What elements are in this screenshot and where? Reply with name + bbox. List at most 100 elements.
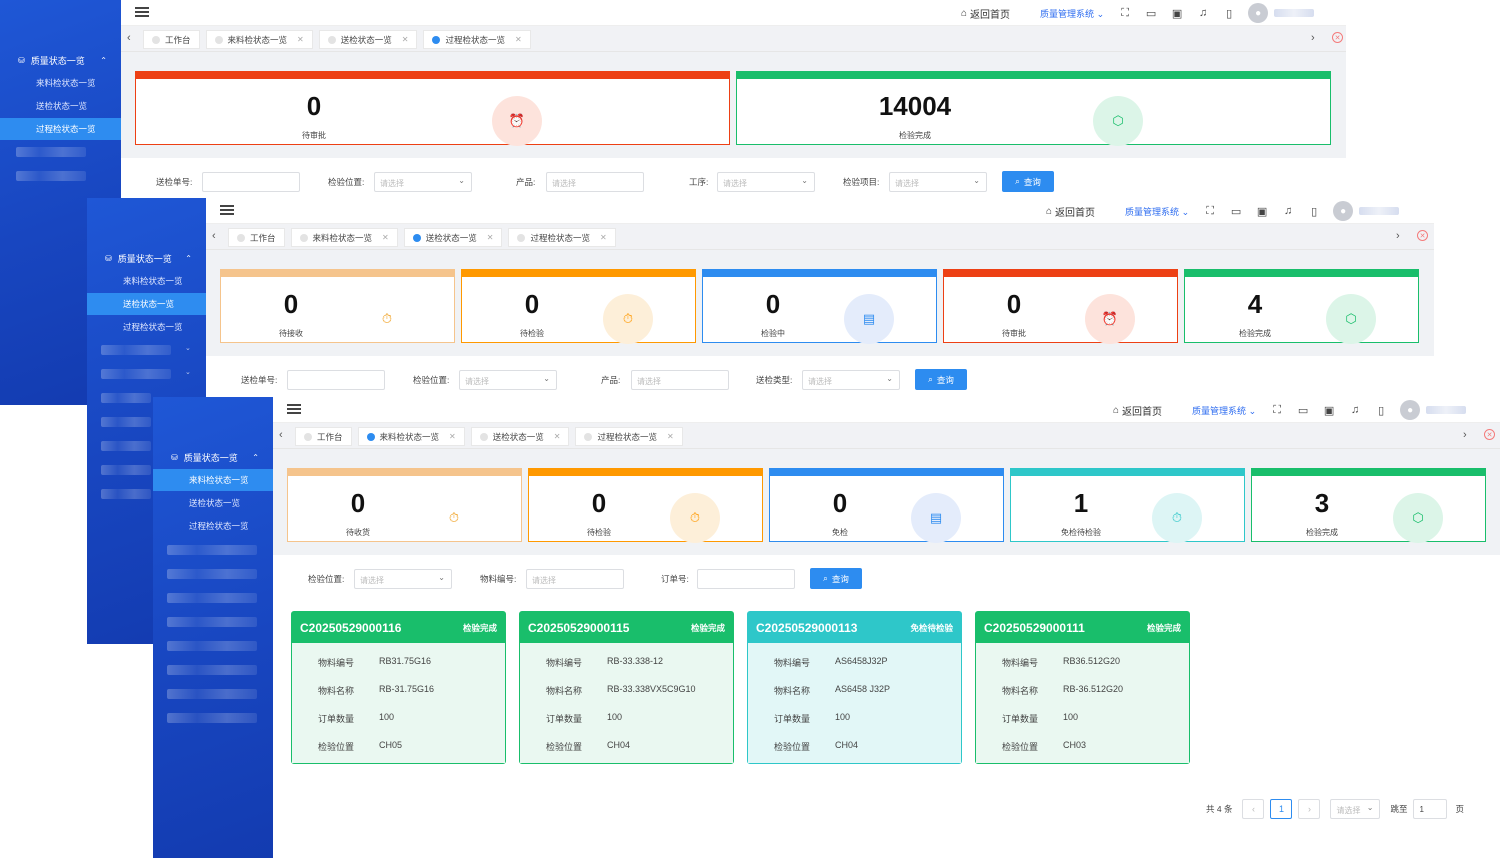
query-button[interactable]: ⌕ 查询 [1002,171,1054,192]
inspection-card[interactable]: C20250529000111 检验完成 物料编号 RB36.512G20 物料名称… [975,611,1190,764]
sidebar-item-blurred[interactable] [167,665,257,675]
system-dropdown[interactable]: 质量管理系统 ⌄ [1192,404,1256,417]
fullscreen-icon[interactable]: ⛶ [1270,403,1284,417]
tab-incoming[interactable]: 来料检状态一览 ✕ [205,30,313,49]
fullscreen-icon[interactable]: ⛶ [1118,6,1132,20]
sidebar-item-process[interactable]: 过程检状态一览 [153,515,273,537]
submission-no-input[interactable] [287,370,385,390]
tab-workbench[interactable]: 工作台 [228,228,285,247]
system-dropdown[interactable]: 质量管理系统 ⌄ [1125,205,1189,218]
prev-page-button[interactable]: ‹ [1242,799,1265,819]
query-button[interactable]: ⌕ 查询 [810,568,862,589]
tab-submission[interactable]: 送检状态一览 ✕ [470,427,570,446]
tab-process[interactable]: 过程检状态一览 ✕ [423,30,531,49]
query-button[interactable]: ⌕ 查询 [915,369,967,390]
close-icon[interactable]: ✕ [667,432,674,441]
close-icon[interactable]: ✕ [487,233,494,242]
process-select[interactable]: 请选择 ⌄ [717,172,815,192]
inspection-card[interactable]: C20250529000113 免检待检验 物料编号 AS6458J32P 物料名称… [747,611,962,764]
close-icon[interactable]: ✕ [382,233,389,242]
phone-icon[interactable]: ▯ [1222,6,1236,20]
home-link[interactable]: ⌂ 返回首页 [1113,403,1162,418]
home-link[interactable]: ⌂ 返回首页 [961,6,1010,21]
tab-submission[interactable]: 送检状态一览 ✕ [403,228,503,247]
bell-icon[interactable]: ♫ [1196,6,1210,20]
close-icon[interactable]: ✕ [449,432,456,441]
menu-toggle-icon[interactable] [220,205,234,215]
monitor-icon[interactable]: ▭ [1296,403,1310,417]
tabs-scroll-right-icon[interactable]: › [1396,230,1400,242]
screen-icon[interactable]: ▣ [1170,6,1184,20]
menu-toggle-icon[interactable] [287,404,301,414]
sidebar-item-process[interactable]: 过程检状态一览 [87,316,206,338]
sidebar-item-blurred[interactable] [101,489,151,499]
sidebar-item-blurred[interactable] [101,345,171,355]
close-icon[interactable]: ✕ [297,35,304,44]
tab-process[interactable]: 过程检状态一览 ✕ [508,228,616,247]
tabs-scroll-right-icon[interactable]: › [1463,429,1467,441]
sidebar-group[interactable]: ⛁ 质量状态一览 ⌃ [87,247,206,269]
item-select[interactable]: 请选择 ⌄ [889,172,987,192]
avatar[interactable]: ● [1400,400,1421,420]
monitor-icon[interactable]: ▭ [1144,6,1158,20]
order-no-input[interactable] [697,569,795,589]
screen-icon[interactable]: ▣ [1322,403,1336,417]
screen-icon[interactable]: ▣ [1255,204,1269,218]
material-no-input[interactable]: 请选择 [526,569,624,589]
close-all-tabs-icon[interactable]: ✕ [1417,230,1428,241]
inspection-card[interactable]: C20250529000116 检验完成 物料编号 RB31.75G16 物料名称 R… [291,611,506,764]
sidebar-item-blurred[interactable] [167,713,257,723]
sidebar-item-blurred[interactable] [16,147,86,157]
close-all-tabs-icon[interactable]: ✕ [1332,32,1343,43]
sidebar-item-blurred[interactable] [101,465,151,475]
page-number-button[interactable]: 1 [1270,799,1293,819]
product-input[interactable]: 请选择 [546,172,644,192]
page-jump-input[interactable]: 1 [1413,799,1448,819]
menu-toggle-icon[interactable] [135,7,149,17]
sidebar-item-submission[interactable]: 送检状态一览 [87,293,206,315]
tab-submission[interactable]: 送检状态一览 ✕ [318,30,418,49]
sidebar-item-blurred[interactable] [101,441,151,451]
close-icon[interactable]: ✕ [600,233,607,242]
tabs-scroll-right-icon[interactable]: › [1311,32,1315,44]
sidebar-item-blurred[interactable] [167,689,257,699]
inspection-card[interactable]: C20250529000115 检验完成 物料编号 RB-33.338-12 物料名… [519,611,734,764]
phone-icon[interactable]: ▯ [1307,204,1321,218]
sidebar-item-blurred[interactable] [167,641,257,651]
sidebar-item-incoming[interactable]: 来料检状态一览 [0,72,121,94]
fullscreen-icon[interactable]: ⛶ [1203,204,1217,218]
page-size-select[interactable]: 请选择 ⌄ [1330,799,1381,819]
bell-icon[interactable]: ♫ [1281,204,1295,218]
tab-incoming[interactable]: 来料检状态一览 ✕ [357,427,465,446]
close-icon[interactable]: ✕ [515,35,522,44]
sidebar-item-blurred[interactable] [101,369,171,379]
avatar[interactable]: ● [1333,201,1354,221]
sidebar-group[interactable]: ⛁ 质量状态一览 ⌃ [0,49,121,71]
sidebar-item-submission[interactable]: 送检状态一览 [153,492,273,514]
tab-workbench[interactable]: 工作台 [143,30,200,49]
tab-incoming[interactable]: 来料检状态一览 ✕ [290,228,398,247]
tab-workbench[interactable]: 工作台 [295,427,352,446]
sidebar-item-blurred[interactable] [101,417,151,427]
tabs-scroll-left-icon[interactable]: ‹ [127,32,131,44]
avatar[interactable]: ● [1248,3,1269,23]
location-select[interactable]: 请选择 ⌄ [459,370,557,390]
submission-type-select[interactable]: 请选择 ⌄ [802,370,900,390]
sidebar-item-submission[interactable]: 送检状态一览 [0,95,121,117]
sidebar-item-blurred[interactable] [101,393,151,403]
phone-icon[interactable]: ▯ [1374,403,1388,417]
sidebar-item-incoming[interactable]: 来料检状态一览 [153,469,273,491]
sidebar-item-blurred[interactable] [167,617,257,627]
next-page-button[interactable]: › [1298,799,1321,819]
close-icon[interactable]: ✕ [402,35,409,44]
monitor-icon[interactable]: ▭ [1229,204,1243,218]
close-icon[interactable]: ✕ [554,432,561,441]
tabs-scroll-left-icon[interactable]: ‹ [279,429,283,441]
submission-no-input[interactable] [202,172,300,192]
sidebar-item-blurred[interactable] [167,593,257,603]
sidebar-item-blurred[interactable] [167,545,257,555]
close-all-tabs-icon[interactable]: ✕ [1484,429,1495,440]
sidebar-group[interactable]: ⛁ 质量状态一览 ⌃ [153,446,273,468]
location-select[interactable]: 请选择 ⌄ [354,569,452,589]
sidebar-item-blurred[interactable] [16,171,86,181]
